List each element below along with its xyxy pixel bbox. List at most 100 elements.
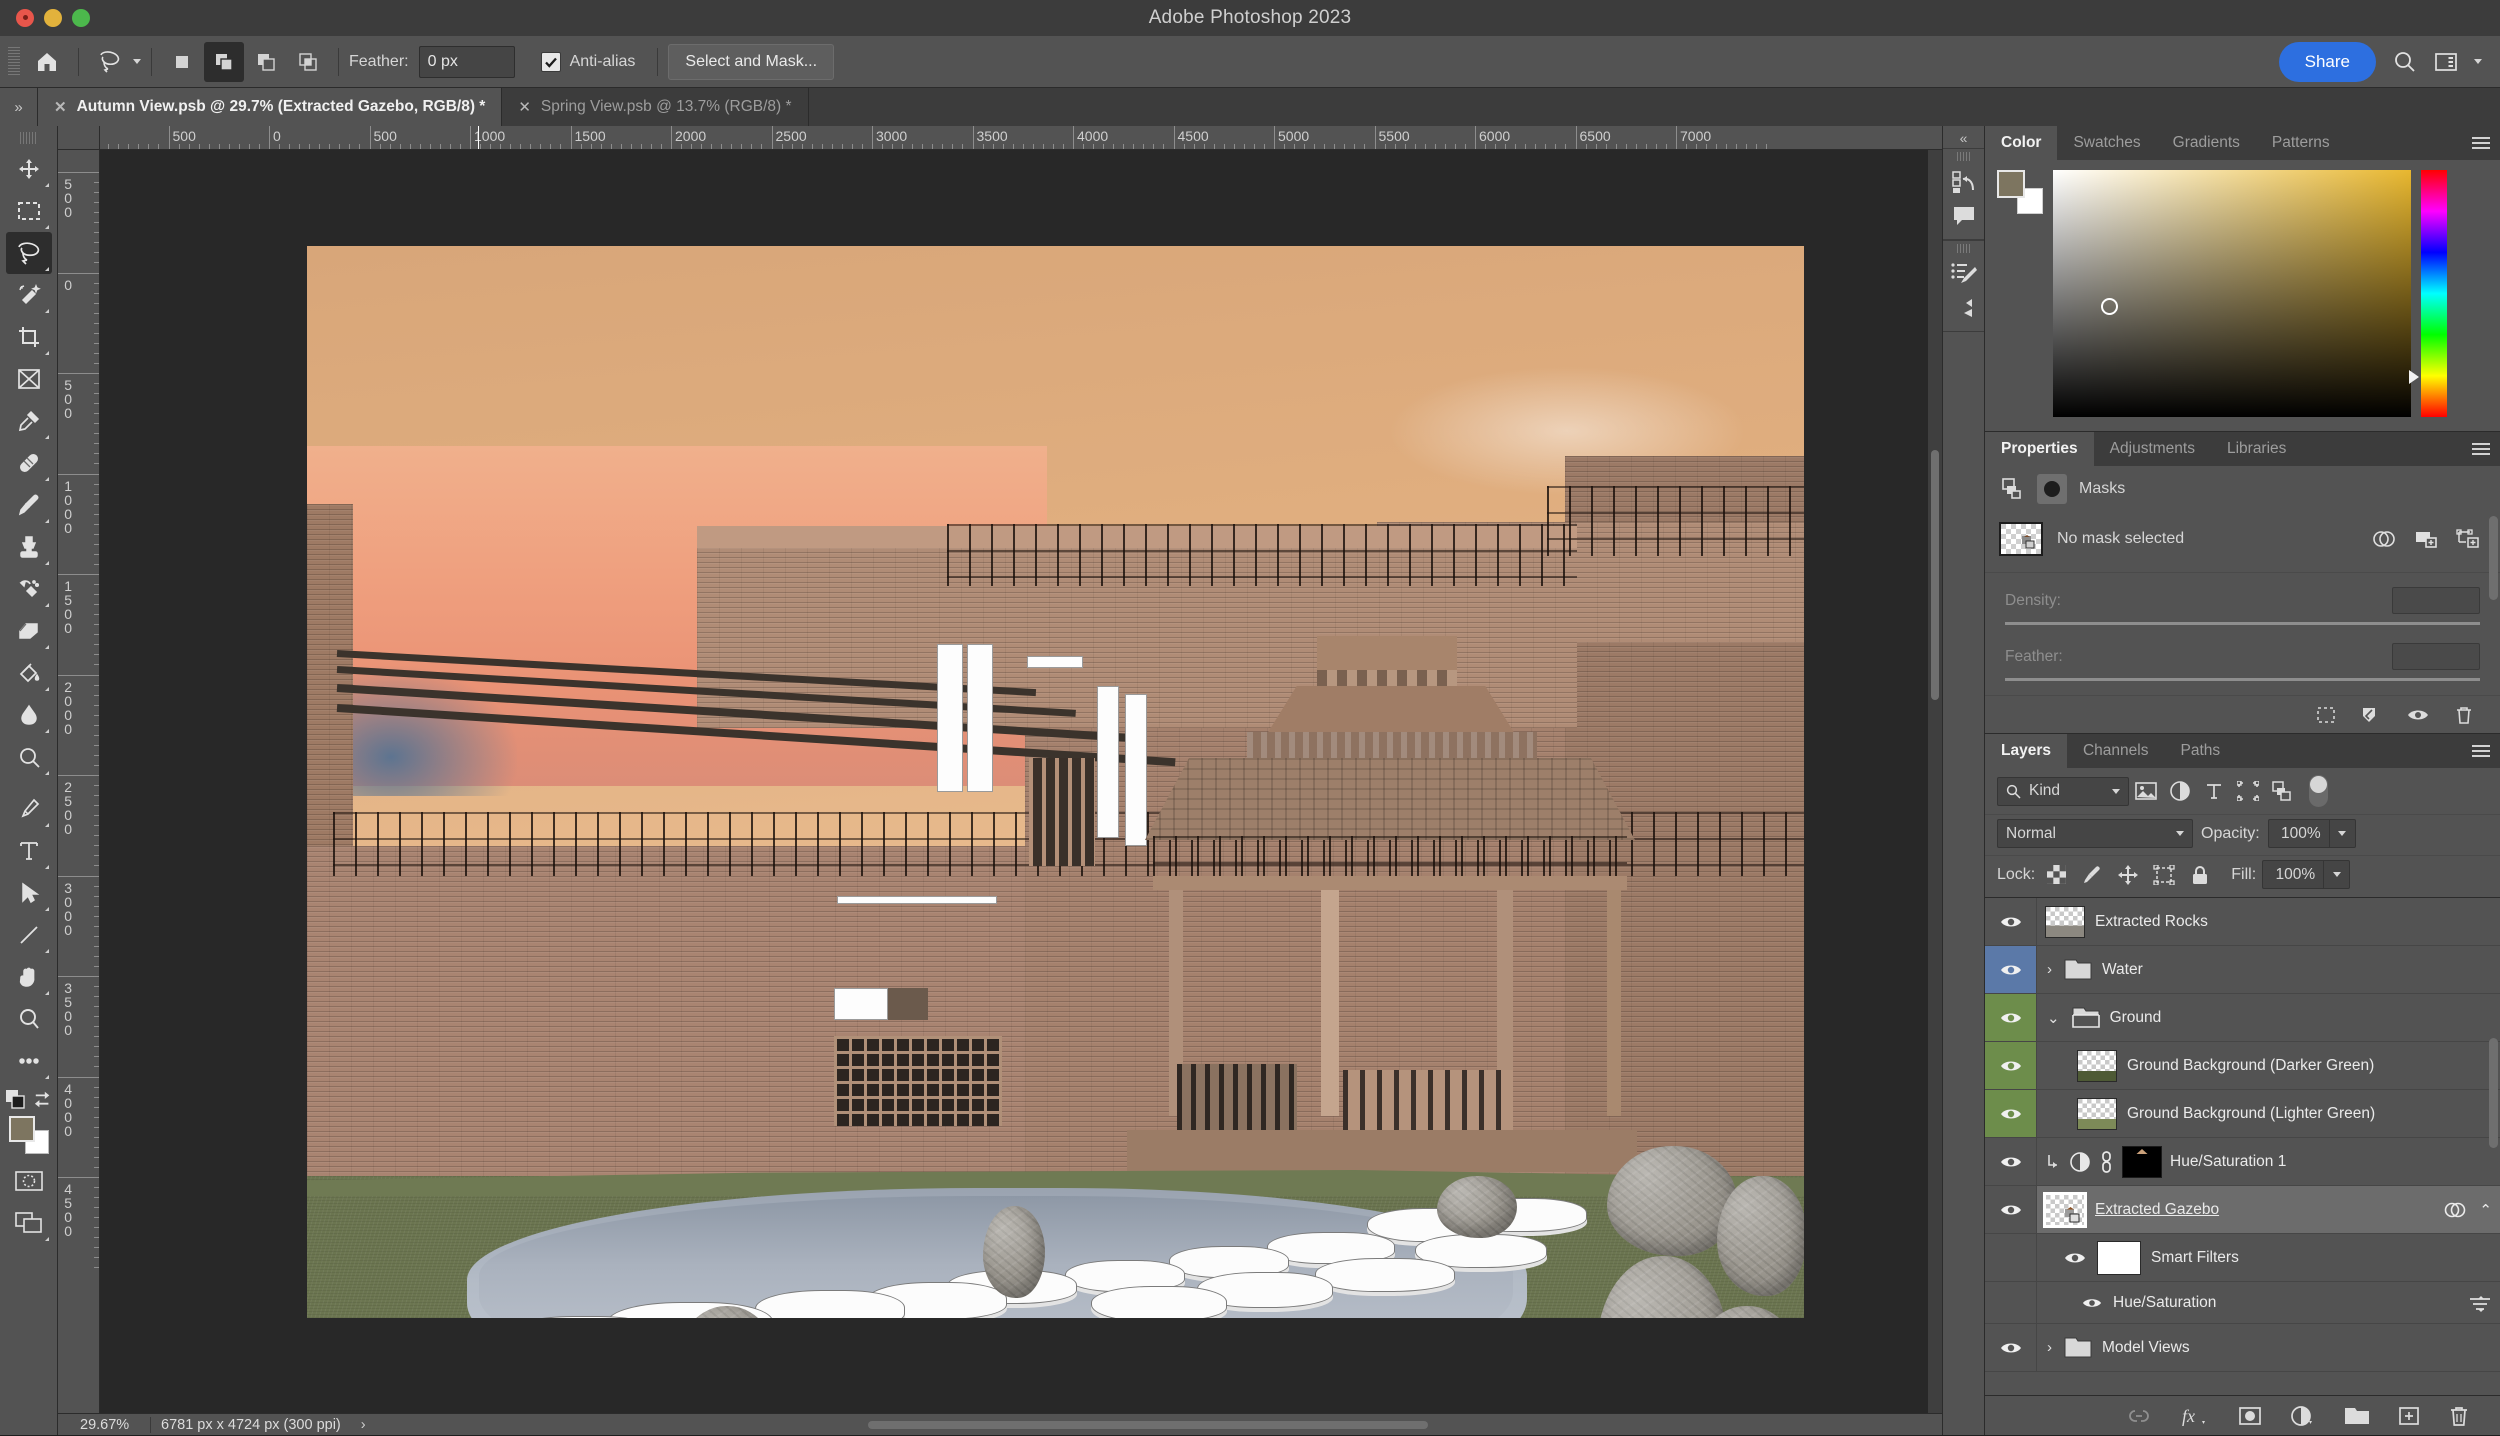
layer-name[interactable]: Ground Background (Darker Green) <box>2127 1057 2374 1075</box>
layer-name[interactable]: Extracted Rocks <box>2095 913 2208 931</box>
lock-transparent-pixels-icon[interactable] <box>2041 861 2071 889</box>
close-icon[interactable]: ✕ <box>518 98 531 116</box>
brushes-panel-icon[interactable] <box>1946 291 1982 325</box>
chevron-down-icon[interactable] <box>2112 788 2120 794</box>
options-bar-grip[interactable] <box>8 46 20 77</box>
tab-layers[interactable]: Layers <box>1985 734 2067 768</box>
add-to-selection-button[interactable] <box>204 41 244 82</box>
layer-list-scrollbar[interactable] <box>2489 1038 2498 1148</box>
horizontal-ruler[interactable]: 0005000500100015002000250030003500400045… <box>100 126 1942 150</box>
share-button[interactable]: Share <box>2278 41 2376 82</box>
tools-panel-grip[interactable] <box>19 132 38 144</box>
comments-panel-icon[interactable] <box>1946 199 1982 233</box>
tab-gradients[interactable]: Gradients <box>2156 126 2256 160</box>
color-field-cursor[interactable] <box>2101 298 2118 315</box>
tab-color[interactable]: Color <box>1985 126 2058 160</box>
crop-tool[interactable] <box>6 316 52 358</box>
delete-layer-icon[interactable] <box>2448 1405 2470 1427</box>
opacity-stepper[interactable] <box>2329 819 2356 848</box>
line-tool[interactable] <box>6 914 52 956</box>
layer-visibility-toggle[interactable] <box>1985 1324 2037 1371</box>
tab-channels[interactable]: Channels <box>2066 734 2165 768</box>
panel-menu-icon[interactable] <box>2472 126 2490 160</box>
tab-swatches[interactable]: Swatches <box>2057 126 2157 160</box>
filter-smart-object-layers-icon[interactable] <box>2265 777 2299 806</box>
blend-mode-select[interactable]: Normal <box>1997 819 2193 848</box>
rail-grip[interactable] <box>1956 152 1971 161</box>
type-tool[interactable] <box>6 830 52 872</box>
chevron-right-icon[interactable]: › <box>2045 1339 2054 1356</box>
layer-name[interactable]: Extracted Gazebo <box>2095 1201 2219 1219</box>
feather-value-field[interactable] <box>2392 643 2480 670</box>
quick-mask-mode-icon[interactable] <box>6 1160 52 1202</box>
path-selection-tool[interactable] <box>6 872 52 914</box>
toggle-mask-icon[interactable] <box>2406 707 2430 723</box>
smart-object-mask-thumbnail[interactable] <box>1999 522 2043 556</box>
tab-patterns[interactable]: Patterns <box>2255 126 2346 160</box>
gradient-tool[interactable] <box>6 652 52 694</box>
density-slider[interactable] <box>2005 622 2480 625</box>
layer-row-ground-background-darker-green[interactable]: Ground Background (Darker Green) <box>1985 1042 2500 1090</box>
home-icon[interactable] <box>26 41 68 83</box>
history-panel-icon[interactable] <box>1946 165 1982 199</box>
layer-visibility-toggle[interactable] <box>1985 898 2037 945</box>
feather-slider[interactable] <box>2005 678 2480 681</box>
vertical-ruler[interactable]: 500 0 500 1000 1500 2000 2500 3000 3500 4000 4500 <box>58 150 100 1413</box>
hue-slider[interactable] <box>2409 170 2447 417</box>
properties-scrollbar[interactable] <box>2489 516 2498 600</box>
scrollbar-thumb[interactable] <box>867 1420 1428 1429</box>
add-vector-mask-icon[interactable] <box>2456 529 2480 549</box>
layer-visibility-toggle[interactable] <box>1985 1090 2037 1137</box>
chevron-down-icon[interactable] <box>2474 59 2482 64</box>
spot-healing-brush-tool[interactable] <box>6 442 52 484</box>
lock-position-icon[interactable] <box>2113 861 2143 889</box>
filter-visibility-toggle[interactable] <box>2081 1296 2103 1310</box>
add-layer-style-fx-icon[interactable]: fx <box>2180 1405 2210 1427</box>
screen-mode-icon[interactable] <box>6 1202 52 1244</box>
foreground-color-swatch[interactable] <box>8 1116 35 1142</box>
layer-mask-thumbnail[interactable] <box>2122 1145 2162 1178</box>
zoom-level-field[interactable]: 29.67% <box>58 1417 150 1433</box>
new-group-icon[interactable] <box>2344 1406 2370 1426</box>
document-tab-autumn-view[interactable]: ✕ Autumn View.psb @ 29.7% (Extracted Gaz… <box>38 88 503 126</box>
layer-thumbnail[interactable] <box>2077 1049 2117 1082</box>
layer-visibility-toggle[interactable] <box>1985 1042 2037 1089</box>
panel-menu-icon[interactable] <box>2472 432 2490 466</box>
lasso-tool-icon[interactable] <box>89 41 131 83</box>
brush-settings-panel-icon[interactable] <box>1946 257 1982 291</box>
lock-image-pixels-icon[interactable] <box>2077 861 2107 889</box>
move-tool[interactable] <box>6 148 52 190</box>
object-selection-tool[interactable] <box>6 274 52 316</box>
default-foreground-background-icon[interactable] <box>5 1090 26 1110</box>
layer-name[interactable]: Ground <box>2110 1009 2162 1027</box>
filter-enable-toggle[interactable] <box>2309 775 2328 807</box>
eyedropper-tool[interactable] <box>6 400 52 442</box>
opacity-input[interactable]: 100% <box>2267 819 2330 848</box>
canvas[interactable] <box>100 150 1942 1413</box>
chevron-down-icon[interactable] <box>133 59 141 64</box>
dodge-tool[interactable] <box>6 736 52 778</box>
fill-input[interactable]: 100% <box>2262 860 2325 889</box>
rectangular-marquee-tool[interactable] <box>6 190 52 232</box>
hue-slider-handle[interactable] <box>2409 370 2419 384</box>
layer-row-extracted-rocks[interactable]: Extracted Rocks <box>1985 898 2500 946</box>
layer-row-smart-filter-hue-saturation[interactable]: Hue/Saturation <box>1985 1282 2500 1324</box>
filter-blending-options-icon[interactable] <box>2468 1293 2492 1313</box>
chevron-right-icon[interactable]: › <box>2045 961 2054 978</box>
document-tab-spring-view[interactable]: ✕ Spring View.psb @ 13.7% (RGB/8) * <box>502 88 809 126</box>
delete-mask-icon[interactable] <box>2454 705 2474 725</box>
layer-visibility-toggle[interactable] <box>1985 1138 2037 1185</box>
history-brush-tool[interactable] <box>6 568 52 610</box>
layer-name[interactable]: Model Views <box>2102 1339 2190 1357</box>
lock-all-icon[interactable] <box>2185 861 2215 889</box>
hand-tool[interactable] <box>6 956 52 998</box>
layer-filter-kind-select[interactable]: Kind <box>1997 776 2129 806</box>
layer-thumbnail[interactable] <box>2043 1191 2087 1228</box>
panel-menu-icon[interactable] <box>2472 734 2490 768</box>
add-pixel-mask-icon[interactable] <box>2414 529 2438 549</box>
layer-list[interactable]: Extracted Rocks › Water ⌄ Ground Ground … <box>1985 897 2500 1395</box>
search-icon[interactable] <box>2392 49 2418 75</box>
collapse-smart-filters-chevron-icon[interactable]: ⌃ <box>2479 1201 2492 1219</box>
feather-input[interactable] <box>418 45 515 78</box>
zoom-tool[interactable] <box>6 998 52 1040</box>
